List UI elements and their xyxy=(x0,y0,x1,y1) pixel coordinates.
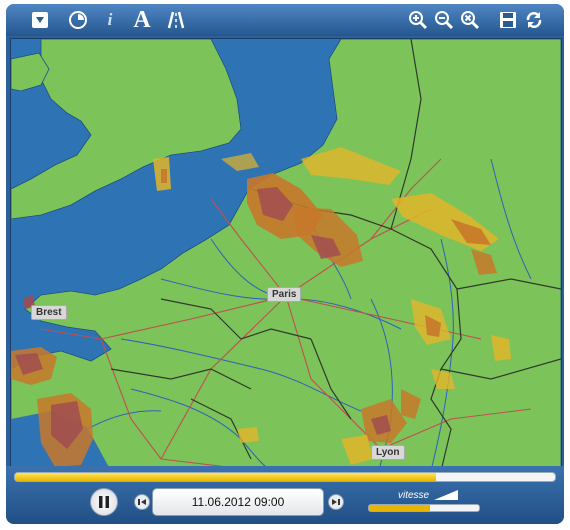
speed-ramp-icon xyxy=(434,490,458,500)
step-back-icon[interactable] xyxy=(134,494,150,510)
pause-icon xyxy=(99,496,109,508)
info-glyph: i xyxy=(107,10,113,29)
toolbar: i A xyxy=(6,4,564,36)
save-icon[interactable] xyxy=(496,8,520,32)
refresh-icon[interactable] xyxy=(522,8,546,32)
city-label-paris: Paris xyxy=(267,287,302,302)
speed-slider[interactable] xyxy=(368,504,480,512)
weather-map[interactable]: Paris Brest Lyon xyxy=(10,38,562,472)
zoom-reset-icon[interactable] xyxy=(458,8,482,32)
zoom-out-icon[interactable] xyxy=(432,8,456,32)
city-label-lyon: Lyon xyxy=(371,445,405,460)
city-label-brest: Brest xyxy=(31,305,67,320)
player-controls: 11.06.2012 09:00 vitesse xyxy=(6,466,564,524)
speed-label: vitesse xyxy=(398,490,430,501)
speed-slider-fill xyxy=(369,505,430,511)
labels-glyph: A xyxy=(133,6,151,33)
info-icon[interactable]: i xyxy=(98,8,122,32)
timeline-progress-fill xyxy=(15,473,437,481)
menu-dropdown-icon[interactable] xyxy=(28,8,52,32)
timeline-progress-bar[interactable] xyxy=(14,472,556,482)
step-forward-icon[interactable] xyxy=(328,494,344,510)
roads-icon[interactable] xyxy=(164,8,188,32)
font-labels-icon[interactable]: A xyxy=(130,6,154,33)
radar-viewer: i A Paris Brest Lyon 11.06.2012 09:00 vi… xyxy=(6,4,564,524)
map-canvas xyxy=(11,39,561,471)
pause-button[interactable] xyxy=(90,488,118,516)
animation-icon[interactable] xyxy=(66,8,90,32)
datetime-display: 11.06.2012 09:00 xyxy=(152,488,324,516)
zoom-in-icon[interactable] xyxy=(406,8,430,32)
